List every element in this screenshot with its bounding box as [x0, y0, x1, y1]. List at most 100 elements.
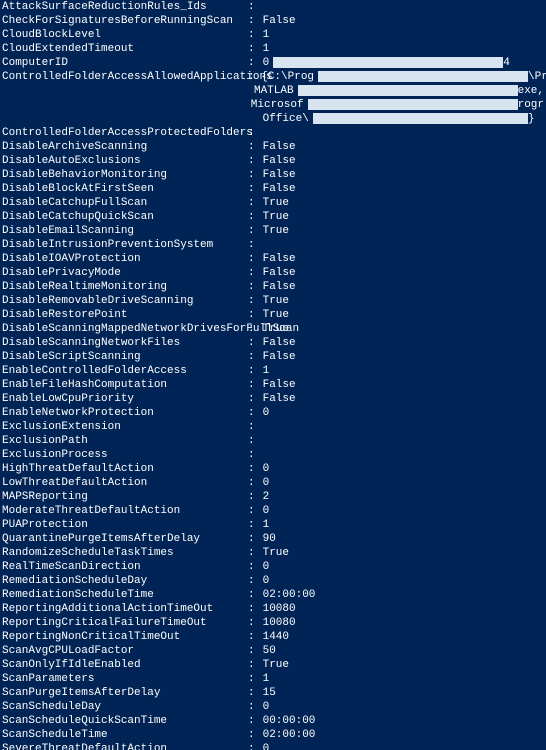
property-value: True	[256, 196, 544, 210]
output-row: DisableIntrusionPreventionSystem:	[2, 238, 544, 252]
output-row: DisableIOAVProtection: False	[2, 252, 544, 266]
property-value: False	[256, 266, 544, 280]
output-row: DisableRealtimeMonitoring: False	[2, 280, 544, 294]
property-value: True	[256, 322, 544, 336]
property-value: False	[256, 168, 544, 182]
colon-separator: :	[248, 182, 256, 196]
property-key: DisableRealtimeMonitoring	[2, 280, 248, 294]
property-key: DisableRemovableDriveScanning	[2, 294, 248, 308]
property-value: 1	[256, 672, 544, 686]
output-row: EnableNetworkProtection: 0	[2, 406, 544, 420]
property-value: 0	[256, 560, 544, 574]
colon-separator: :	[248, 392, 256, 406]
property-key	[2, 112, 248, 126]
redacted-region	[273, 57, 503, 68]
output-row: ExclusionExtension:	[2, 420, 544, 434]
colon-separator: :	[248, 266, 256, 280]
property-key	[2, 84, 240, 98]
colon-separator: :	[248, 238, 256, 252]
property-value: False	[256, 14, 544, 28]
property-key: MAPSReporting	[2, 490, 248, 504]
property-value: False	[256, 378, 544, 392]
property-key: EnableNetworkProtection	[2, 406, 248, 420]
property-value: False	[256, 154, 544, 168]
property-key: DisableScanningMappedNetworkDrivesForFul…	[2, 322, 248, 336]
property-value: Microsofrogr	[244, 98, 544, 112]
colon-separator: :	[248, 0, 256, 14]
output-row: ReportingNonCriticalTimeOut: 1440	[2, 630, 544, 644]
property-value	[256, 126, 544, 140]
property-key: ModerateThreatDefaultAction	[2, 504, 248, 518]
output-row: SevereThreatDefaultAction: 0	[2, 742, 544, 750]
property-key: ReportingNonCriticalTimeOut	[2, 630, 248, 644]
colon-separator: :	[248, 154, 256, 168]
property-value: 50	[256, 644, 544, 658]
property-key: DisableRestorePoint	[2, 308, 248, 322]
colon-separator: :	[248, 602, 256, 616]
property-key: EnableLowCpuPriority	[2, 392, 248, 406]
colon-separator: :	[248, 630, 256, 644]
property-value: False	[256, 140, 544, 154]
output-row: ScanAvgCPULoadFactor: 50	[2, 644, 544, 658]
property-value: 1	[256, 518, 544, 532]
output-row: DisableScriptScanning: False	[2, 350, 544, 364]
output-row: ReportingCriticalFailureTimeOut: 10080	[2, 616, 544, 630]
colon-separator: :	[248, 658, 256, 672]
property-key: RemediationScheduleDay	[2, 574, 248, 588]
property-key: CheckForSignaturesBeforeRunningScan	[2, 14, 248, 28]
property-key: DisableIOAVProtection	[2, 252, 248, 266]
property-value: 1	[256, 28, 544, 42]
property-value: 10080	[256, 616, 544, 630]
property-key: DisableScanningNetworkFiles	[2, 336, 248, 350]
property-value: 0	[256, 504, 544, 518]
output-row: HighThreatDefaultAction: 0	[2, 462, 544, 476]
output-row: ControlledFolderAccessAllowedApplication…	[2, 70, 544, 84]
output-row: MAPSReporting: 2	[2, 490, 544, 504]
colon-separator: :	[248, 490, 256, 504]
colon-separator: :	[248, 420, 256, 434]
property-key: LowThreatDefaultAction	[2, 476, 248, 490]
property-key: RemediationScheduleTime	[2, 588, 248, 602]
colon-separator: :	[248, 462, 256, 476]
property-key: SevereThreatDefaultAction	[2, 742, 248, 750]
output-row: DisableAutoExclusions: False	[2, 154, 544, 168]
property-key: EnableFileHashComputation	[2, 378, 248, 392]
colon-separator: :	[248, 434, 256, 448]
colon-separator: :	[248, 532, 256, 546]
output-row: EnableControlledFolderAccess: 1	[2, 364, 544, 378]
output-row: ModerateThreatDefaultAction: 0	[2, 504, 544, 518]
property-value: 0	[256, 406, 544, 420]
colon-separator	[237, 98, 245, 112]
colon-separator: :	[248, 224, 256, 238]
output-row: ScanOnlyIfIdleEnabled: True	[2, 658, 544, 672]
colon-separator: :	[248, 672, 256, 686]
colon-separator: :	[248, 476, 256, 490]
output-row: DisableRemovableDriveScanning: True	[2, 294, 544, 308]
property-key: DisableArchiveScanning	[2, 140, 248, 154]
property-key: DisableBlockAtFirstSeen	[2, 182, 248, 196]
property-value: 04	[256, 56, 544, 70]
redacted-region	[298, 85, 518, 96]
colon-separator: :	[248, 518, 256, 532]
property-value: 0	[256, 700, 544, 714]
property-key: ScanScheduleDay	[2, 700, 248, 714]
output-row: DisableScanningNetworkFiles: False	[2, 336, 544, 350]
output-row: DisableBehaviorMonitoring: False	[2, 168, 544, 182]
property-key: DisablePrivacyMode	[2, 266, 248, 280]
output-row: DisableCatchupFullScan: True	[2, 196, 544, 210]
output-row: Microsofrogr	[2, 98, 544, 112]
colon-separator: :	[248, 588, 256, 602]
property-value: 02:00:00	[256, 728, 544, 742]
property-key: ScanScheduleTime	[2, 728, 248, 742]
output-row: ScanParameters: 1	[2, 672, 544, 686]
property-value: False	[256, 392, 544, 406]
property-value: False	[256, 336, 544, 350]
output-row: DisableBlockAtFirstSeen: False	[2, 182, 544, 196]
redacted-region	[308, 99, 518, 110]
property-key: DisableAutoExclusions	[2, 154, 248, 168]
output-row: LowThreatDefaultAction: 0	[2, 476, 544, 490]
colon-separator: :	[248, 294, 256, 308]
property-key: DisableIntrusionPreventionSystem	[2, 238, 248, 252]
colon-separator: :	[248, 280, 256, 294]
colon-separator: :	[248, 168, 256, 182]
